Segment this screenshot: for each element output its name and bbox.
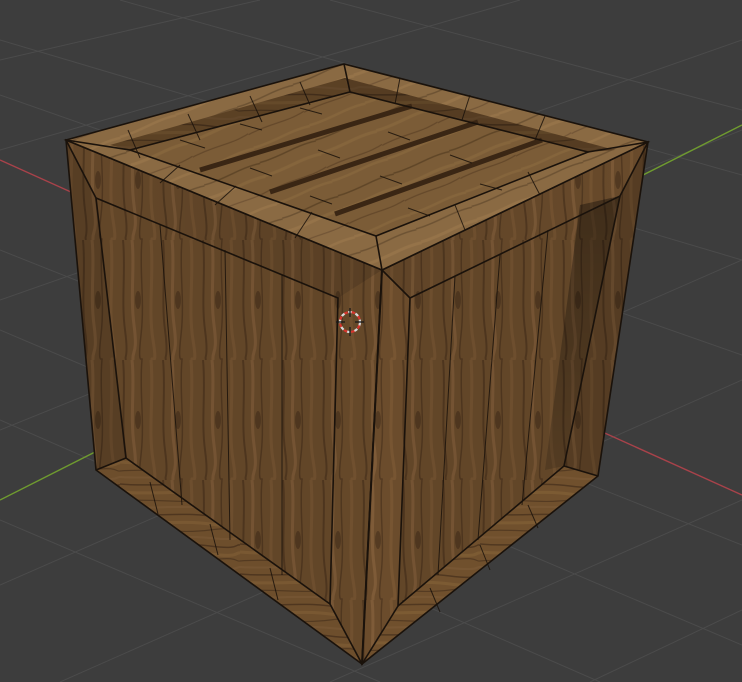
3d-viewport[interactable] (0, 0, 742, 682)
wooden-crate[interactable] (63, 63, 651, 666)
viewport-canvas[interactable] (0, 0, 742, 682)
